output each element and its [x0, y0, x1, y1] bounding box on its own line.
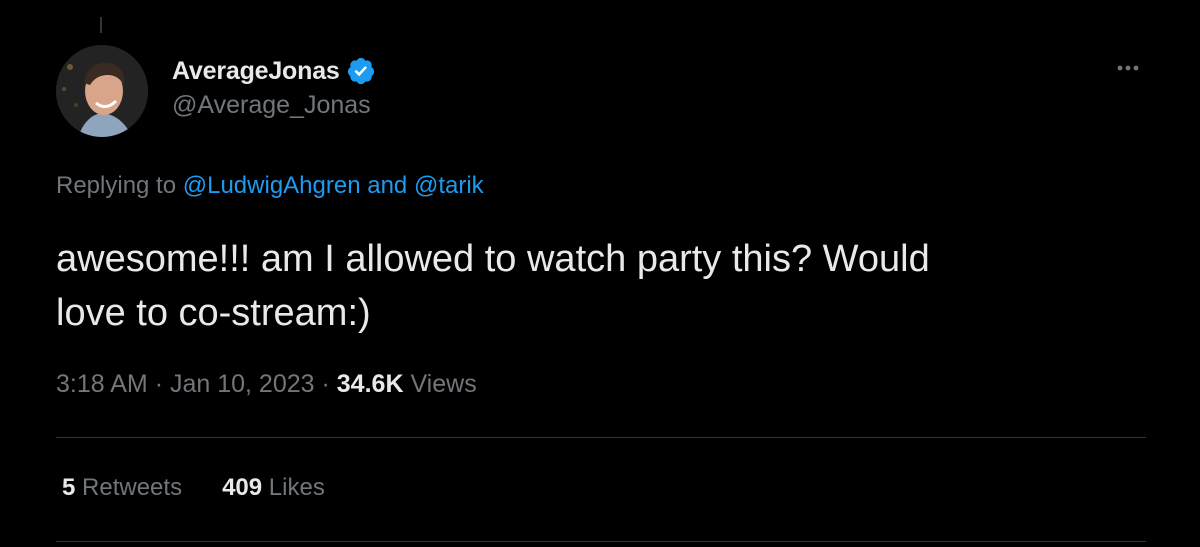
tweet-text: awesome!!! am I allowed to watch party t… [56, 232, 1146, 340]
meta-separator: · [321, 370, 330, 398]
reply-prefix: Replying to [56, 172, 177, 199]
views-count: 34.6K [336, 370, 404, 398]
mention-tarik[interactable]: @tarik [414, 172, 484, 199]
reply-context: Replying to @LudwigAhgren and @tarik [56, 172, 484, 200]
views-label: Views [410, 370, 477, 398]
engagement-stats: 5 Retweets 409 Likes [62, 474, 325, 502]
thread-connector-line [100, 17, 102, 33]
tweet-text-line: awesome!!! am I allowed to watch party t… [56, 238, 930, 280]
more-horizontal-icon[interactable] [1110, 56, 1146, 80]
likes-label: Likes [268, 474, 325, 501]
divider [56, 541, 1146, 542]
tweet-date[interactable]: Jan 10, 2023 [170, 370, 315, 398]
mention-ludwigahgren[interactable]: @LudwigAhgren [183, 172, 361, 199]
avatar-image [56, 45, 148, 137]
divider [56, 437, 1146, 438]
mention-conjunction[interactable]: and [367, 172, 407, 199]
verified-badge-icon [346, 56, 376, 86]
tweet-text-line: love to co-stream:) [56, 292, 371, 334]
retweets-count: 5 [62, 474, 76, 501]
likes-count: 409 [222, 474, 263, 501]
author-handle[interactable]: @Average_Jonas [172, 91, 376, 120]
avatar[interactable] [56, 45, 148, 137]
likes-stat[interactable]: 409 Likes [222, 474, 325, 502]
tweet-meta: 3:18 AM · Jan 10, 2023 · 34.6K Views [56, 370, 477, 399]
meta-separator: · [154, 370, 164, 398]
author-display-name[interactable]: AverageJonas [172, 57, 340, 86]
retweets-label: Retweets [82, 474, 183, 501]
author-block: AverageJonas @Average_Jonas [172, 55, 376, 120]
author-name-row: AverageJonas [172, 55, 376, 87]
retweets-stat[interactable]: 5 Retweets [62, 474, 182, 502]
tweet-detail: AverageJonas @Average_Jonas Replying to … [0, 0, 1200, 547]
tweet-time[interactable]: 3:18 AM [56, 370, 148, 398]
